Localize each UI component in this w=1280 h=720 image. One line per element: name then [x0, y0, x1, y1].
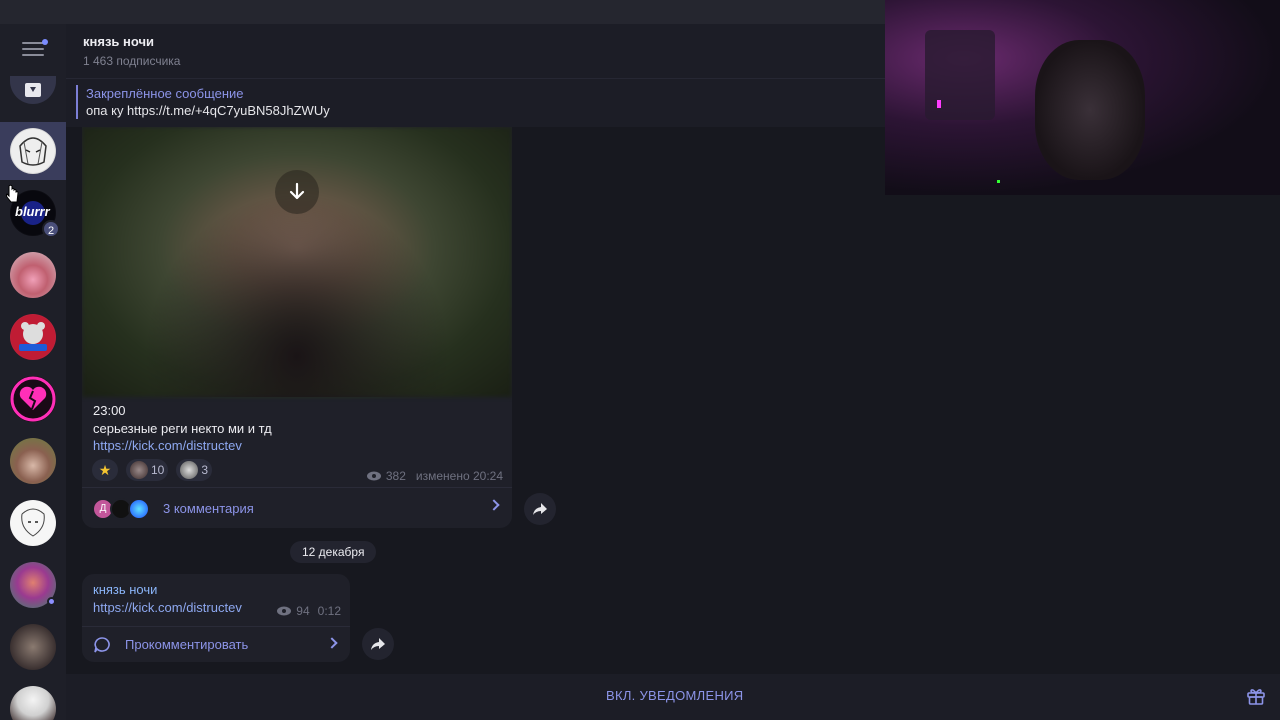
share-icon [533, 503, 547, 515]
chat-avatar-hat[interactable] [10, 686, 56, 720]
view-count: 382 [385, 469, 406, 483]
reaction-count: 3 [201, 463, 209, 477]
mouse-cursor-icon [6, 184, 19, 203]
chat-avatar-girl[interactable] [10, 438, 56, 484]
view-count: 94 [296, 604, 310, 618]
views-icon [366, 471, 381, 481]
top-strip [0, 0, 885, 24]
comments-button[interactable]: Д 3 комментария [82, 487, 512, 528]
share-icon [371, 638, 385, 650]
message-time: 0:12 [317, 604, 341, 618]
chat-list-sidebar: blurrr 2 [0, 24, 66, 720]
webcam-overlay [885, 0, 1280, 195]
star-icon: ★ [98, 461, 112, 478]
pinned-title: Закреплённое сообщение [86, 86, 244, 101]
reaction-2[interactable]: 3 [176, 459, 213, 481]
blurrr-label: blurrr [15, 204, 50, 219]
chat-avatar-broken-heart[interactable] [10, 376, 56, 422]
commenter-avatar [128, 498, 150, 520]
pinned-indicator [76, 85, 78, 119]
message-bubble[interactable]: 23:00 серьезные реги некто ми и тд https… [82, 127, 512, 528]
unread-badge: 2 [42, 220, 60, 238]
message-link[interactable]: https://kick.com/distructev [93, 600, 242, 615]
menu-icon[interactable] [22, 39, 48, 58]
date-separator: 12 декабря [290, 541, 377, 563]
chat-avatar-cat[interactable] [10, 624, 56, 670]
chevron-right-icon [488, 499, 500, 511]
message-author[interactable]: князь ночи [93, 582, 157, 597]
comment-label: Прокомментировать [125, 637, 249, 652]
chat-avatar-anime[interactable] [10, 128, 56, 174]
channel-header[interactable]: князь ночи 1 463 подписчика [66, 24, 885, 78]
chat-avatar-pink-cup[interactable] [10, 252, 56, 298]
reaction-avatar [180, 461, 199, 479]
message-meta: 382 изменено 20:24 [366, 469, 503, 483]
reaction-count: 10 [151, 463, 165, 477]
pinned-text: опа ку https://t.me/+4qC7yuBN58JhZWUy [86, 103, 330, 118]
message-text-time: 23:00 [93, 403, 126, 418]
pinned-message[interactable]: Закреплённое сообщение опа ку https://t.… [66, 78, 885, 127]
online-indicator [47, 597, 56, 606]
chevron-right-icon [326, 637, 338, 649]
bottom-bar: ВКЛ. УВЕДОМЛЕНИЯ [66, 674, 1280, 720]
reactions: ★ 10 3 [92, 459, 213, 481]
reaction-1[interactable]: 10 [126, 459, 169, 481]
gift-icon[interactable] [1246, 686, 1266, 706]
chat-avatar-colorful[interactable] [10, 562, 56, 608]
chat-avatar-sketch[interactable] [10, 500, 56, 546]
archive-icon[interactable] [10, 76, 56, 104]
enable-notifications-button[interactable]: ВКЛ. УВЕДОМЛЕНИЯ [606, 688, 743, 703]
views-icon [277, 606, 292, 616]
reaction-avatar [130, 461, 148, 479]
comment-button[interactable]: Прокомментировать [82, 626, 350, 662]
subscriber-count: 1 463 подписчика [83, 54, 181, 68]
download-icon[interactable] [275, 170, 319, 214]
menu-notification-dot [42, 39, 48, 45]
reaction-star[interactable]: ★ [92, 459, 118, 481]
share-button[interactable] [362, 628, 394, 660]
message-text: серьезные реги некто ми и тд [93, 421, 272, 436]
message-meta: 94 0:12 [276, 604, 341, 618]
edited-label: изменено 20:24 [415, 469, 503, 483]
comment-icon [94, 637, 110, 653]
chat-avatar-bear[interactable] [10, 314, 56, 360]
channel-title: князь ночи [83, 34, 155, 49]
share-button[interactable] [524, 493, 556, 525]
message-link[interactable]: https://kick.com/distructev [93, 438, 242, 453]
commenter-avatars: Д [92, 498, 154, 520]
message-bubble[interactable]: князь ночи https://kick.com/distructev 9… [82, 574, 350, 662]
comments-label: 3 комментария [163, 501, 254, 516]
